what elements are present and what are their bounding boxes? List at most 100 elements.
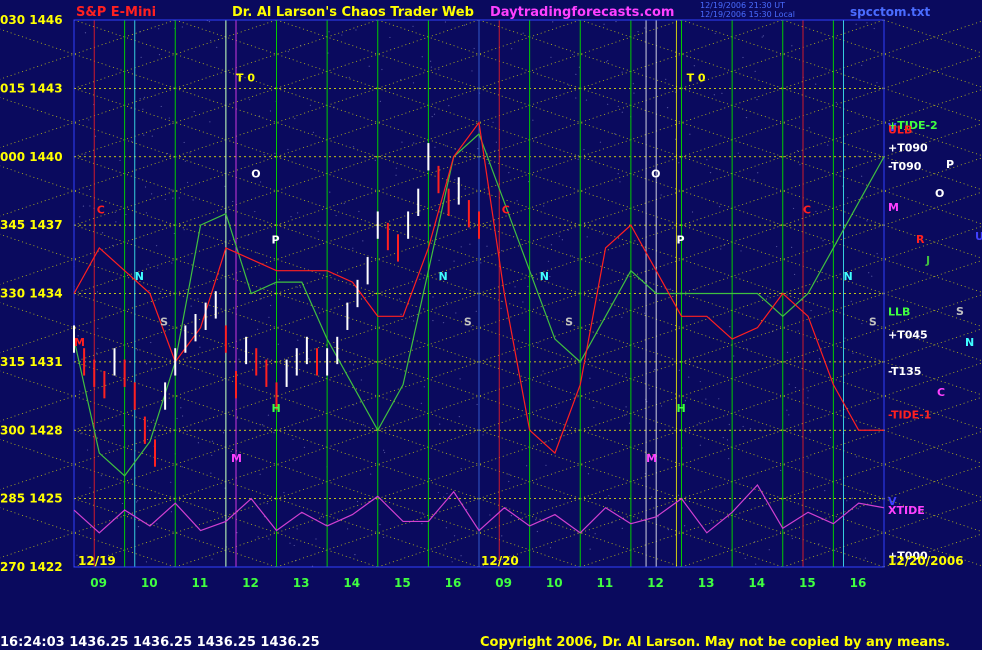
star-dot — [216, 46, 218, 48]
chart-marker-label: T 0 — [687, 72, 706, 85]
star-dot — [824, 490, 826, 492]
x-tick-label: 14 — [343, 576, 360, 590]
star-dot — [868, 272, 870, 274]
chart-marker-label: P — [676, 233, 684, 246]
star-dot — [584, 222, 586, 224]
star-dot — [383, 449, 385, 451]
star-dot — [593, 406, 595, 409]
lattice-line — [883, 465, 982, 500]
lattice-line — [782, 19, 982, 88]
star-dot — [277, 343, 279, 345]
y-tick-label: 345 1437 — [0, 218, 63, 232]
star-dot — [756, 99, 758, 101]
star-dot — [583, 149, 585, 151]
star-dot — [587, 473, 590, 475]
lattice-line — [782, 361, 982, 430]
star-dot — [168, 117, 170, 119]
x-tick-label: 11 — [597, 576, 614, 590]
star-dot — [666, 107, 669, 109]
star-dot — [749, 428, 752, 430]
star-dot — [151, 367, 153, 369]
data-file-label: spcctom.txt — [850, 5, 931, 19]
star-dot — [489, 514, 491, 516]
star-dot — [210, 472, 212, 474]
star-dot — [637, 31, 639, 33]
star-dot — [341, 34, 343, 36]
star-dot — [292, 438, 294, 440]
star-dot — [411, 315, 413, 317]
star-dot — [788, 383, 790, 385]
star-dot — [689, 133, 691, 135]
chart-marker-label: H — [676, 402, 685, 415]
site-link[interactable]: Daytradingforecasts.com — [490, 5, 674, 20]
star-dot — [866, 220, 868, 222]
star-dot — [718, 398, 720, 400]
star-dot — [809, 431, 812, 433]
star-dot — [261, 424, 264, 426]
lattice-line — [0, 19, 176, 80]
x-tick-label: 15 — [394, 576, 411, 590]
star-dot — [453, 535, 456, 537]
star-dot — [501, 249, 503, 252]
star-dot — [815, 210, 817, 213]
star-dot — [140, 56, 142, 59]
side-letter-label: O — [935, 187, 944, 200]
chart-canvas: 030 1446 015 1443 000 1440 345 1437 330 1434… — [0, 13, 982, 590]
star-dot — [614, 133, 616, 135]
star-dot — [420, 402, 422, 404]
chart-marker-label: C — [97, 204, 105, 217]
x-tick-label: 13 — [293, 576, 310, 590]
star-dot — [555, 406, 557, 408]
star-dot — [605, 61, 608, 63]
star-dot — [742, 425, 744, 428]
star-dot — [268, 538, 270, 540]
star-dot — [259, 473, 261, 475]
star-dot — [121, 502, 124, 505]
y-tick-label: 300 1428 — [0, 423, 63, 437]
x-tick-label: 13 — [698, 576, 715, 590]
star-dot — [644, 312, 646, 314]
star-dot — [170, 511, 173, 513]
star-dot — [192, 199, 194, 201]
star-dot — [189, 152, 191, 154]
star-dot — [706, 159, 708, 161]
star-dot — [729, 326, 731, 328]
star-dot — [861, 322, 863, 325]
star-dot — [317, 230, 319, 232]
quote-readout: 16:24:03 1436.25 1436.25 1436.25 1436.25 — [0, 635, 320, 650]
star-dot — [432, 296, 434, 298]
star-dot — [293, 544, 295, 547]
star-dot — [740, 250, 742, 252]
star-dot — [549, 547, 552, 549]
star-dot — [143, 96, 146, 99]
star-dot — [438, 68, 440, 70]
star-dot — [648, 388, 651, 390]
star-dot — [568, 84, 570, 86]
star-dot — [857, 155, 859, 157]
chart-marker-label: H — [271, 402, 280, 415]
star-dot — [827, 144, 829, 146]
star-dot — [79, 390, 81, 392]
side-letter-label: J — [925, 254, 930, 267]
x-tick-label: 11 — [192, 576, 209, 590]
star-dot — [876, 82, 878, 84]
lattice-line — [883, 224, 982, 259]
star-dot — [589, 377, 591, 379]
star-dot — [684, 525, 686, 527]
star-dot — [442, 496, 445, 498]
star-dot — [379, 100, 381, 102]
star-dot — [633, 92, 635, 94]
star-dot — [871, 275, 873, 277]
star-dot — [267, 414, 270, 416]
star-dot — [757, 172, 759, 174]
star-dot — [197, 442, 200, 444]
star-dot — [482, 434, 484, 436]
star-dot — [508, 473, 510, 476]
star-dot — [794, 386, 797, 389]
star-dot — [166, 152, 169, 155]
star-dot — [232, 200, 234, 203]
star-dot — [776, 245, 778, 248]
star-dot — [156, 523, 158, 525]
star-dot — [458, 416, 460, 418]
star-dot — [624, 373, 627, 375]
